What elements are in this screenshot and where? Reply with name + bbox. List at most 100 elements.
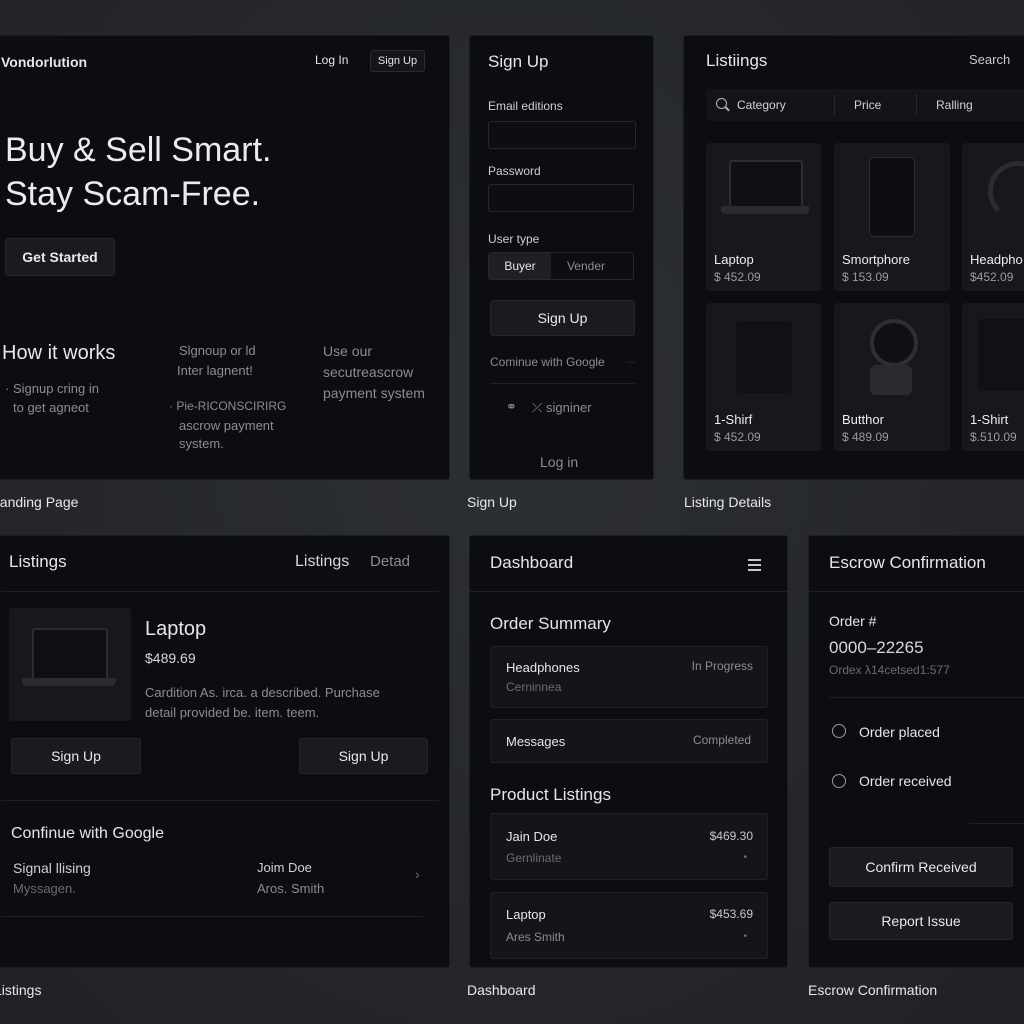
caption-signup: Sign Up [467,494,517,510]
hero-line-2: Stay Scam-Free. [5,175,261,213]
card-name: Smortphore [842,252,910,267]
confirm-received-button[interactable]: Confirm Received [829,847,1013,887]
order-status: In Progress [691,659,753,673]
product-row-1[interactable]: Jain Doe Gernlinate $469.30 • [490,813,768,880]
order-row-messages[interactable]: Messages Completed [490,719,768,763]
listing-signup-button-1[interactable]: Sign Up [11,738,141,774]
laptop-image [729,160,803,208]
how-step-2-line-1: Slgnoup or ld [179,343,256,358]
filter-rating[interactable]: Ralling [936,98,973,112]
product-name: Laptop [145,618,207,640]
card-price: $452.09 [970,270,1014,284]
step-2-label: Order received [859,773,952,789]
card-name: Headpho [970,252,1023,267]
landing-panel: Vondorlution Log In Sign Up Buy & Sell S… [0,35,450,480]
order-title: Messages [506,734,566,749]
phone-image [869,157,915,237]
search-link[interactable]: Search [969,52,1010,67]
tshirt-image [736,321,792,393]
product-card-laptop[interactable]: Laptop $ 452.09 [706,143,821,291]
buyer-option[interactable]: Buyer [489,253,551,279]
dashboard-panel: Dashboard Order Summary Headphones Cerni… [469,535,788,968]
signup-button[interactable]: Sign Up [370,50,425,72]
listing-details-panel: Listiings Search Category Price Ralling … [683,35,1024,480]
how-step-3-line-1: Use our [323,343,373,359]
more-icon[interactable]: • [743,852,747,863]
card-price: $ 452.09 [714,430,761,444]
step-1-label: Order placed [859,724,940,740]
order-label: Order # [829,613,877,629]
card-name: Laptop [714,252,754,267]
row-right-sub: Aros. Smith [257,881,325,896]
product-sub: Gernlinate [506,851,562,865]
card-price: $ 489.09 [842,430,889,444]
step-2-radio-icon[interactable] [832,774,846,788]
device-image-base [870,365,912,395]
tab-detail[interactable]: Detad [370,553,410,570]
escrow-step-divider [969,823,1024,824]
product-price: $489.69 [145,650,196,666]
product-card-headphones[interactable]: Headpho $452.09 [962,143,1024,291]
caption-listings: Listings [0,982,42,998]
product-card-button[interactable]: Butthor $ 489.09 [834,303,950,451]
login-link[interactable]: Log in [540,454,578,470]
dashboard-title: Dashboard [490,553,574,572]
vendor-option[interactable]: Vender [552,253,620,279]
product-description-2: detail provided be. item. teem. [145,705,320,720]
get-started-button[interactable]: Get Started [5,238,115,276]
how-step-2-line-2: Inter lagnent! [177,363,253,378]
header-divider [1,591,439,592]
alt-signin-label: signiner [546,400,592,415]
product-row-2[interactable]: Laptop Ares Smith $453.69 • [490,892,768,959]
row-right-title: Joim Doe [257,860,312,875]
product-card-tshirt[interactable]: 1-Shirf $ 452.09 [706,303,821,451]
signup-title: Sign Up [488,52,549,71]
listing-signup-button-2[interactable]: Sign Up [299,738,428,774]
google-divider [626,362,636,363]
google-signin-link[interactable]: Cominue with Google [490,355,605,369]
signup-divider [490,383,635,384]
product-title: Jain Doe [506,829,558,844]
product-price: $453.69 [709,907,753,921]
tab-listings[interactable]: Listings [295,553,349,571]
alt-signin-button[interactable]: ⤫ signiner [532,400,592,416]
listings-panel: Listings Listings Detad Laptop $489.69 C… [0,535,450,968]
signup-submit-button[interactable]: Sign Up [490,300,635,336]
laptop-base [22,678,116,686]
card-name: 1-Shirt [970,412,1009,427]
listing-details-title: Listiings [706,51,768,70]
order-status: Completed [692,733,751,747]
product-title: Laptop [506,907,546,922]
escrow-panel: Escrow Confirmation Order # 0000–22265 O… [808,535,1024,968]
caption-dashboard: Dashboard [467,982,536,998]
step-1-radio-icon[interactable] [832,724,846,738]
dashboard-header-divider [470,591,787,592]
card-price: $ 452.09 [714,270,761,284]
how-it-works-title: How it works [2,342,116,364]
more-icon[interactable]: • [743,931,747,942]
password-field[interactable] [488,184,634,212]
chevron-right-icon[interactable]: › [415,866,420,882]
brand-logo[interactable]: Vondorlution [1,54,87,70]
report-issue-button[interactable]: Report Issue [829,902,1013,940]
how-step-2-bullet-1: · Pie-RICONSCIRIRG [169,399,287,413]
card-name: Butthor [842,412,884,427]
product-card-shirt[interactable]: 1-Shirt $.510.09 [962,303,1024,451]
order-row-headphones[interactable]: Headphones Cerninnea In Progress [490,646,768,708]
product-card-smartphone[interactable]: Smortphore $ 153.09 [834,143,950,291]
product-sub: Ares Smith [506,930,565,944]
product-listings-title: Product Listings [490,785,611,804]
filter-divider-2 [916,94,917,116]
order-title: Headphones [506,660,580,675]
email-label: Email editions [488,99,563,113]
filter-price[interactable]: Price [854,98,881,112]
email-field[interactable] [488,121,636,149]
how-step-3-line-2: secutreascrow [323,364,414,380]
google-continue-link[interactable]: Confinue with Google [11,825,164,843]
menu-icon[interactable] [748,559,761,571]
shirt-image [978,319,1024,391]
login-link[interactable]: Log In [315,53,348,67]
filter-category[interactable]: Category [737,98,786,112]
headphones-image [988,161,1024,221]
link-icon: ⚭ [506,399,517,414]
